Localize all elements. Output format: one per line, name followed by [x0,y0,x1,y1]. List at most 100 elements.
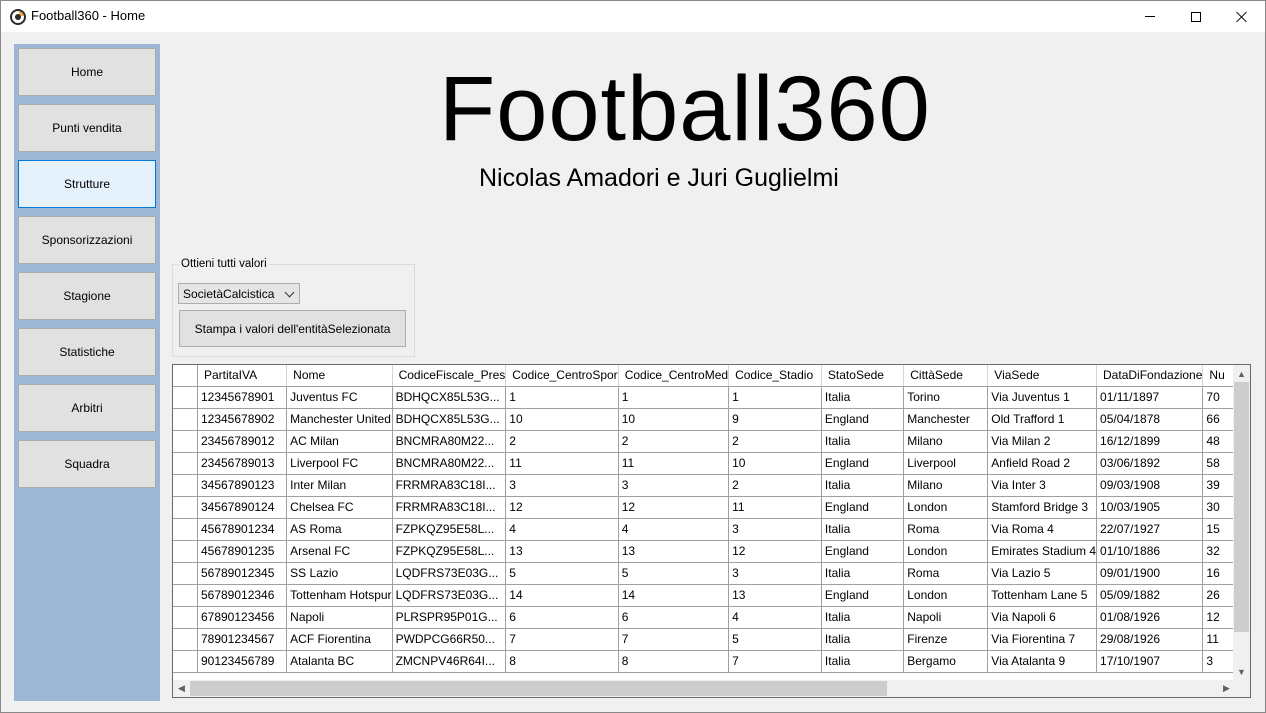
table-cell[interactable]: BDHQCX85L53G... [392,408,507,431]
table-cell[interactable]: 05/04/1878 [1096,408,1204,431]
table-cell[interactable]: 7 [728,650,822,673]
table-cell[interactable]: 12345678902 [197,408,288,431]
table-cell[interactable]: Napoli [286,606,393,629]
table-cell[interactable]: 34567890124 [197,496,288,519]
table-cell[interactable]: Torino [903,386,989,409]
nav-strutture-button[interactable]: Strutture [18,160,156,208]
table-cell[interactable]: FZPKQZ95E58L... [392,518,507,541]
table-cell[interactable]: Juventus FC [286,386,393,409]
table-cell[interactable]: 10 [505,408,619,431]
table-cell[interactable]: 17/10/1907 [1096,650,1204,673]
table-cell[interactable]: 32 [1202,540,1235,563]
table-cell[interactable]: LQDFRS73E03G... [392,584,507,607]
table-cell[interactable]: 2 [505,430,619,453]
minimize-button[interactable] [1127,1,1173,32]
table-cell[interactable]: Bergamo [903,650,989,673]
table-cell[interactable]: 3 [1202,650,1235,673]
column-header[interactable]: Codice_CentroSpor [505,365,619,387]
table-cell[interactable]: 29/08/1926 [1096,628,1204,651]
table-cell[interactable]: London [903,540,989,563]
table-row[interactable]: 12345678902 Manchester United BDHQCX85L53G… [173,408,1235,431]
table-cell[interactable]: 16 [1202,562,1235,585]
table-cell[interactable]: 2 [728,474,822,497]
table-cell[interactable]: Firenze [903,628,989,651]
table-cell[interactable]: England [821,496,905,519]
table-cell[interactable]: 1 [618,386,730,409]
table-cell[interactable]: 23456789013 [197,452,288,475]
table-cell[interactable]: BDHQCX85L53G... [392,386,507,409]
table-cell[interactable]: 7 [505,628,619,651]
table-cell[interactable]: Italia [821,386,905,409]
table-cell[interactable]: Italia [821,606,905,629]
row-header[interactable] [173,628,198,651]
table-cell[interactable]: 14 [618,584,730,607]
table-cell[interactable]: Italia [821,562,905,585]
table-cell[interactable]: 10 [618,408,730,431]
table-cell[interactable]: England [821,584,905,607]
table-cell[interactable]: 6 [618,606,730,629]
close-button[interactable] [1219,1,1265,32]
table-cell[interactable]: Arsenal FC [286,540,393,563]
row-header[interactable] [173,496,198,519]
table-row[interactable]: 45678901235 Arsenal FC FZPKQZ95E58L... 13 13… [173,540,1235,563]
vertical-scrollbar[interactable]: ▲ ▼ [1233,365,1250,680]
table-row[interactable]: 67890123456 Napoli PLRSPR95P01G... 6 6 4 Itali… [173,606,1235,629]
row-header[interactable] [173,430,198,453]
table-cell[interactable]: 01/10/1886 [1096,540,1204,563]
table-cell[interactable]: Old Trafford 1 [987,408,1098,431]
table-cell[interactable]: Tottenham Lane 5 [987,584,1098,607]
table-cell[interactable]: Anfield Road 2 [987,452,1098,475]
table-cell[interactable]: Via Fiorentina 7 [987,628,1098,651]
row-header-corner[interactable] [173,365,198,387]
table-cell[interactable]: 1 [728,386,822,409]
table-cell[interactable]: Napoli [903,606,989,629]
table-row[interactable]: 45678901234 AS Roma FZPKQZ95E58L... 4 4 3 Ital… [173,518,1235,541]
table-cell[interactable]: 26 [1202,584,1235,607]
table-cell[interactable]: 12 [505,496,619,519]
table-cell[interactable]: 01/08/1926 [1096,606,1204,629]
table-cell[interactable]: 7 [618,628,730,651]
table-cell[interactable]: 45678901235 [197,540,288,563]
table-cell[interactable]: 22/07/1927 [1096,518,1204,541]
table-cell[interactable]: LQDFRS73E03G... [392,562,507,585]
table-cell[interactable]: London [903,584,989,607]
table-cell[interactable]: Manchester United [286,408,393,431]
table-cell[interactable]: Tottenham Hotspur [286,584,393,607]
table-cell[interactable]: BNCMRA80M22... [392,430,507,453]
table-cell[interactable]: 70 [1202,386,1235,409]
row-header[interactable] [173,562,198,585]
scroll-left-icon[interactable]: ◀ [173,680,190,697]
table-cell[interactable]: England [821,452,905,475]
table-cell[interactable]: England [821,540,905,563]
print-values-button[interactable]: Stampa i valori dell'entitàSelezionata [179,310,406,347]
entity-select[interactable]: SocietàCalcistica [178,283,300,304]
table-row[interactable]: 56789012346 Tottenham Hotspur LQDFRS73E03G… [173,584,1235,607]
table-cell[interactable]: 4 [618,518,730,541]
column-header[interactable]: StatoSede [821,365,905,387]
column-header[interactable]: PartitaIVA [197,365,288,387]
table-cell[interactable]: 11 [728,496,822,519]
table-cell[interactable]: 3 [618,474,730,497]
horizontal-scrollbar[interactable]: ◀ ▶ [173,680,1235,697]
table-cell[interactable]: Italia [821,474,905,497]
table-cell[interactable]: London [903,496,989,519]
table-cell[interactable]: 34567890123 [197,474,288,497]
row-header[interactable] [173,518,198,541]
table-cell[interactable]: Milano [903,430,989,453]
table-cell[interactable]: 6 [505,606,619,629]
table-cell[interactable]: Stamford Bridge 3 [987,496,1098,519]
row-header[interactable] [173,606,198,629]
column-header[interactable]: Nu [1202,365,1235,387]
table-cell[interactable]: 13 [728,584,822,607]
table-cell[interactable]: 8 [618,650,730,673]
table-cell[interactable]: 10 [728,452,822,475]
table-cell[interactable]: 4 [505,518,619,541]
table-cell[interactable]: 5 [728,628,822,651]
table-cell[interactable]: 01/11/1897 [1096,386,1204,409]
row-header[interactable] [173,408,198,431]
row-header[interactable] [173,540,198,563]
row-header[interactable] [173,452,198,475]
table-cell[interactable]: 90123456789 [197,650,288,673]
maximize-button[interactable] [1173,1,1219,32]
table-cell[interactable]: ACF Fiorentina [286,628,393,651]
